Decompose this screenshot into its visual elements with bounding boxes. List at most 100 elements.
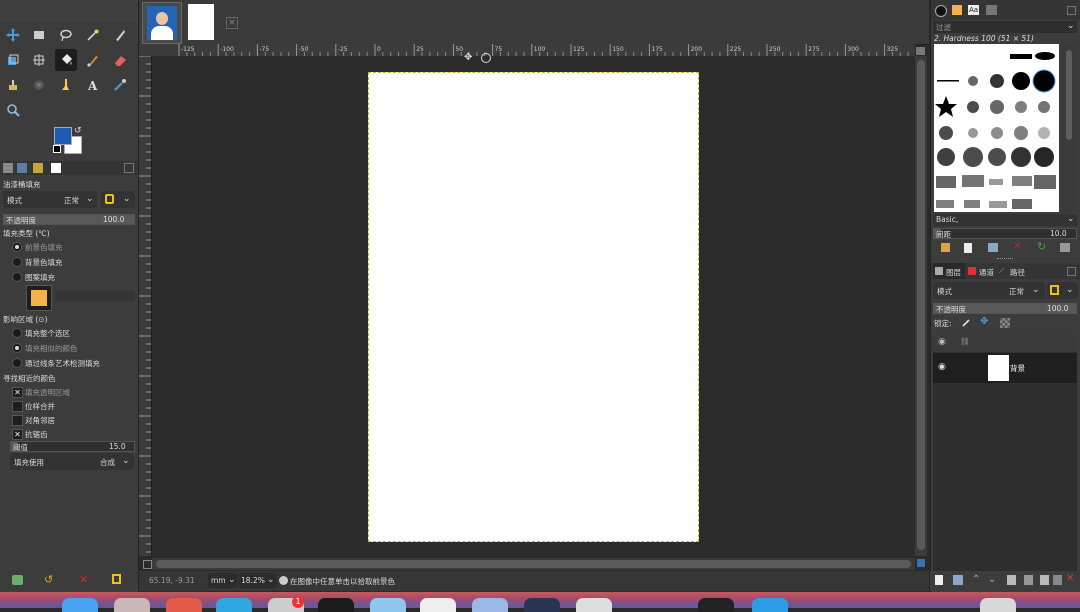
images-tab-icon[interactable] bbox=[51, 163, 61, 173]
paths-icon[interactable] bbox=[109, 24, 131, 46]
diagonal-checkbox[interactable] bbox=[12, 415, 23, 426]
dock-tab-menu-icon[interactable] bbox=[1067, 6, 1076, 15]
eye-icon[interactable]: ◉ bbox=[938, 362, 946, 372]
files-dock-icon[interactable] bbox=[472, 598, 508, 612]
trash-dock-icon[interactable] bbox=[980, 598, 1016, 612]
eraser-icon[interactable] bbox=[109, 49, 131, 71]
close-tab-icon[interactable]: ✕ bbox=[226, 17, 238, 29]
layers-tab-menu-icon[interactable] bbox=[1067, 267, 1076, 276]
mode-combo[interactable]: 模式 正常 ⌄ bbox=[3, 191, 97, 208]
brush-set-combo[interactable]: Basic, ⌄ bbox=[933, 214, 1077, 226]
bucket-fill-icon[interactable] bbox=[55, 49, 77, 71]
mask-layer-icon[interactable] bbox=[1053, 575, 1062, 585]
new-layer-icon[interactable] bbox=[935, 575, 943, 585]
default-colors-icon[interactable] bbox=[53, 145, 61, 153]
brush-grid-scrollbar[interactable] bbox=[1062, 44, 1077, 212]
zoom-icon[interactable] bbox=[2, 99, 24, 121]
brush-grid[interactable] bbox=[934, 44, 1059, 212]
tab-paths[interactable]: ⟋ 路径 bbox=[997, 263, 1029, 279]
delete-layer-icon[interactable]: ✕ bbox=[1066, 573, 1074, 584]
refresh-brushes-icon[interactable]: ↻ bbox=[1037, 240, 1046, 253]
raise-layer-icon[interactable]: ⌃ bbox=[972, 574, 980, 585]
lower-layer-icon[interactable]: ⌄ bbox=[988, 574, 996, 585]
threshold-slider[interactable]: 阈值 15.0 bbox=[10, 441, 135, 452]
merged-checkbox[interactable] bbox=[12, 401, 23, 412]
text-icon[interactable]: A bbox=[82, 74, 104, 96]
image-tab-blank[interactable] bbox=[188, 4, 214, 40]
fill-fg-radio[interactable] bbox=[12, 242, 22, 252]
image-canvas-page[interactable] bbox=[368, 72, 699, 542]
fuzzy-select-icon[interactable] bbox=[82, 24, 104, 46]
fill-pattern-radio[interactable] bbox=[12, 272, 22, 282]
app-dock-icon[interactable] bbox=[114, 598, 150, 612]
lock-position-icon[interactable]: ✥ bbox=[980, 317, 988, 327]
terminal-dock-icon[interactable] bbox=[318, 598, 354, 612]
fill-by-combo[interactable]: 填充使用 合成 ⌄ bbox=[10, 453, 134, 470]
affect-lineart-radio[interactable] bbox=[12, 358, 22, 368]
device-status-tab-icon[interactable] bbox=[17, 163, 27, 173]
document-history-tab-icon[interactable] bbox=[986, 5, 997, 15]
activity-dock-icon[interactable] bbox=[698, 598, 734, 612]
lasso-icon[interactable] bbox=[55, 24, 77, 46]
tab-layers[interactable]: 图层 bbox=[933, 263, 965, 279]
navigate-icon[interactable] bbox=[917, 559, 925, 567]
zoom-select[interactable]: 18.2% ⌄ bbox=[239, 573, 277, 588]
dodge-icon[interactable] bbox=[55, 74, 77, 96]
horizontal-scrollbar[interactable] bbox=[152, 558, 915, 570]
crop-icon[interactable] bbox=[2, 49, 24, 71]
patterns-tab-icon[interactable] bbox=[952, 5, 962, 15]
brush-filter[interactable]: 过滤 ⌄ bbox=[933, 21, 1077, 33]
foreground-color-swatch[interactable] bbox=[54, 127, 72, 145]
anchor-layer-icon[interactable] bbox=[1024, 575, 1033, 585]
swap-colors-icon[interactable]: ↺ bbox=[74, 126, 82, 136]
lock-pixels-icon[interactable] bbox=[962, 318, 971, 327]
reset-mode-button[interactable]: ⌄ bbox=[101, 191, 135, 208]
clone-icon[interactable] bbox=[2, 74, 24, 96]
color-picker-icon[interactable] bbox=[109, 74, 131, 96]
delete-options-icon[interactable]: ✕ bbox=[79, 573, 88, 586]
antialias-checkbox[interactable]: ✕ bbox=[12, 429, 23, 440]
gimp-dock-icon[interactable] bbox=[576, 598, 612, 612]
spacing-slider[interactable]: 间距 10.0 bbox=[933, 228, 1077, 239]
downloads-dock-icon[interactable] bbox=[752, 598, 788, 612]
vertical-scroll-thumb[interactable] bbox=[917, 60, 925, 550]
new-group-icon[interactable] bbox=[953, 575, 963, 585]
pattern-selector[interactable] bbox=[26, 285, 52, 311]
opacity-slider[interactable]: 不透明度 100.0 bbox=[3, 214, 135, 225]
paintbrush-icon[interactable] bbox=[82, 49, 104, 71]
image-tab-photo[interactable] bbox=[142, 2, 182, 44]
unit-select[interactable]: mm ⌄ bbox=[208, 573, 238, 588]
affect-whole-radio[interactable] bbox=[12, 328, 22, 338]
move-tool-icon[interactable] bbox=[2, 24, 24, 46]
app-store-dock-icon[interactable] bbox=[216, 598, 252, 612]
edit-brush-icon[interactable] bbox=[941, 243, 950, 252]
delete-brush-icon[interactable]: ✕ bbox=[1013, 241, 1021, 252]
chrome-dock-icon[interactable] bbox=[166, 598, 202, 612]
heal-icon[interactable] bbox=[28, 74, 50, 96]
dock-separator[interactable] bbox=[997, 258, 1013, 261]
finder-dock-icon[interactable] bbox=[62, 598, 98, 612]
horizontal-scroll-thumb[interactable] bbox=[156, 560, 911, 568]
merge-layer-icon[interactable] bbox=[1040, 575, 1049, 585]
notes-dock-icon[interactable] bbox=[420, 598, 456, 612]
layer-mode-combo[interactable]: 模式 正常 ⌄ bbox=[933, 282, 1045, 299]
browser-dock-icon[interactable] bbox=[524, 598, 560, 612]
save-options-icon[interactable] bbox=[12, 575, 23, 585]
transparent-checkbox[interactable]: ✕ bbox=[12, 387, 23, 398]
tab-channels[interactable]: 通道 bbox=[966, 263, 996, 279]
restore-options-icon[interactable]: ↺ bbox=[44, 573, 53, 586]
lock-alpha-icon[interactable] bbox=[1000, 318, 1010, 328]
tab-menu-icon[interactable] bbox=[124, 163, 134, 173]
pattern-name-field[interactable] bbox=[55, 291, 135, 301]
fill-bg-radio[interactable] bbox=[12, 257, 22, 267]
reset-options-icon[interactable] bbox=[112, 574, 121, 584]
new-brush-icon[interactable] bbox=[964, 243, 972, 253]
quick-mask-icon[interactable] bbox=[143, 560, 152, 569]
layer-list[interactable]: ◉ ⛓ ◉ 背景 bbox=[933, 334, 1077, 584]
vertical-scrollbar[interactable] bbox=[915, 56, 927, 556]
zoom-fit-icon[interactable] bbox=[916, 47, 925, 55]
brushes-tab-icon[interactable] bbox=[935, 5, 947, 17]
preview-dock-icon[interactable] bbox=[370, 598, 406, 612]
fonts-tab-icon[interactable]: Aa bbox=[968, 5, 979, 15]
open-brush-icon[interactable] bbox=[1060, 243, 1070, 252]
